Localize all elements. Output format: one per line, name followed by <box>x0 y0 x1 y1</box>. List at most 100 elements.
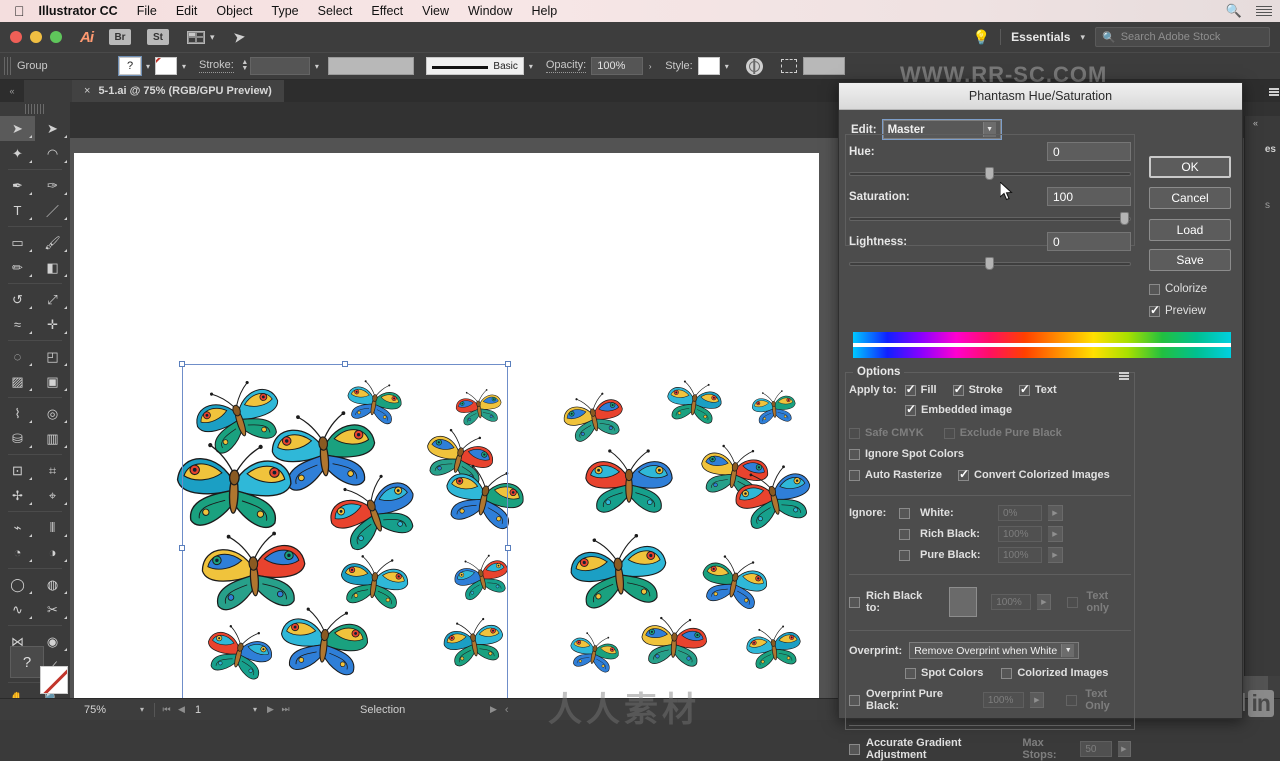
rich-black-swatch[interactable] <box>948 587 978 617</box>
stock-search-input[interactable]: 🔍 Search Adobe Stock <box>1095 27 1270 47</box>
opacity-input[interactable]: 100% <box>591 57 644 75</box>
dialog-title-bar[interactable]: Phantasm Hue/Saturation <box>839 83 1242 110</box>
menu-file[interactable]: File <box>137 4 157 18</box>
next-page-icon[interactable]: ▶ <box>263 702 278 718</box>
help-button[interactable]: ? <box>10 646 44 678</box>
status-resize-grip[interactable]: ‹ <box>505 704 509 716</box>
stroke-chevron-down-icon[interactable]: ▾ <box>177 57 191 75</box>
right-dock-panel[interactable] <box>1244 116 1280 676</box>
shape-builder-2-tool[interactable]: ◯ <box>0 572 35 597</box>
apply-to-text-checkbox[interactable] <box>1018 382 1030 396</box>
control-bar-gripper[interactable] <box>4 57 11 75</box>
convert-colorized-images-row[interactable]: Convert Colorized Images <box>958 467 1110 481</box>
lightness-input[interactable]: 0 <box>1047 232 1131 251</box>
window-zoom-button[interactable] <box>50 31 62 43</box>
colorize-checkbox[interactable] <box>1149 283 1160 295</box>
workspace-switcher[interactable]: Essentials <box>1011 30 1070 44</box>
width-tool[interactable]: ≈ <box>0 312 35 337</box>
selection-handle[interactable] <box>505 544 511 551</box>
overprint-select[interactable]: Remove Overprint when White ▼ <box>909 642 1080 659</box>
save-button[interactable]: Save <box>1149 249 1231 271</box>
paintbrush-tool[interactable]: 🖌 <box>35 230 70 255</box>
overprint-spot-colors-checkbox[interactable] <box>905 667 916 679</box>
panel-collapse-icon[interactable]: « <box>1253 118 1258 128</box>
menu-type[interactable]: Type <box>272 4 299 18</box>
rectangle-tool[interactable]: ▭ <box>0 230 35 255</box>
blend-2-tool[interactable]: ◍ <box>35 572 70 597</box>
scissors-tool[interactable]: ✂ <box>35 597 70 622</box>
status-options-icon[interactable]: ▶ <box>490 704 497 715</box>
embedded-image-row[interactable]: Embedded image <box>905 402 1131 416</box>
eyedropper-tool[interactable]: ⌇ <box>0 401 35 426</box>
stroke-weight-stepper[interactable]: ▲ ▼ <box>240 57 250 75</box>
document-tab[interactable]: × 5-1.ai @ 75% (RGB/GPU Preview) <box>72 80 284 102</box>
phantasm-hue-saturation-dialog[interactable]: Phantasm Hue/Saturation Edit: Master ▼ H… <box>838 82 1243 761</box>
ruler-tool[interactable]: ⫴ <box>35 515 70 540</box>
selection-handle[interactable] <box>179 544 185 551</box>
overprint-colorized-images-checkbox[interactable] <box>1001 667 1013 679</box>
rich-black-to-checkbox[interactable] <box>849 596 860 608</box>
slice-tool[interactable]: ⌗ <box>35 458 70 483</box>
saturation-slider-knob[interactable] <box>1120 212 1130 225</box>
hue-slider[interactable] <box>849 167 1131 181</box>
artboard-tool[interactable]: ⊡ <box>0 458 35 483</box>
apply-to-text-row[interactable]: Text <box>1018 382 1057 396</box>
auto-rasterize-checkbox[interactable] <box>849 469 860 481</box>
menu-effect[interactable]: Effect <box>371 4 403 18</box>
stock-bulb-icon[interactable]: 💡 <box>973 29 990 46</box>
colorize-checkbox-row[interactable]: Colorize <box>1149 283 1231 295</box>
live-paint-selection-tool[interactable]: ◑ <box>35 540 70 565</box>
menu-help[interactable]: Help <box>531 4 557 18</box>
hue-input[interactable]: 0 <box>1047 142 1131 161</box>
selection-tool[interactable]: ➤ <box>0 116 35 141</box>
spotlight-search-icon[interactable]: 🔍 <box>1226 3 1242 19</box>
scale-tool[interactable]: ⤢ <box>35 287 70 312</box>
page-number-input[interactable]: 1 <box>189 702 247 718</box>
lightness-slider-knob[interactable] <box>985 257 994 270</box>
tools-panel-gripper[interactable] <box>25 104 45 114</box>
shape-builder-tool[interactable]: ◌ <box>0 344 35 369</box>
stroke-weight-chevron-down-icon[interactable]: ▾ <box>310 57 324 75</box>
window-close-button[interactable] <box>10 31 22 43</box>
apply-to-stroke-row[interactable]: Stroke <box>952 382 1003 396</box>
bridge-button[interactable]: Br <box>109 29 131 45</box>
measure-tool[interactable]: ⌁ <box>0 515 35 540</box>
opacity-label[interactable]: Opacity: <box>545 59 587 73</box>
ignore-rich-black-checkbox[interactable] <box>899 528 910 540</box>
align-panel-stub[interactable] <box>802 57 845 75</box>
apply-to-stroke-checkbox[interactable] <box>952 382 964 396</box>
opacity-options-icon[interactable]: › <box>643 57 657 75</box>
ignore-pure-black-checkbox[interactable] <box>899 549 910 561</box>
preview-checkbox[interactable] <box>1149 303 1160 317</box>
cancel-button[interactable]: Cancel <box>1149 187 1231 209</box>
preview-checkbox-row[interactable]: Preview <box>1149 303 1231 317</box>
style-swatch[interactable] <box>697 57 720 75</box>
zoom-chevron-down-icon[interactable]: ▾ <box>134 702 150 718</box>
collapse-panel-icon[interactable]: « <box>0 80 24 102</box>
stroke-swatch[interactable] <box>155 57 177 75</box>
menu-view[interactable]: View <box>422 4 449 18</box>
ignore-spot-colors-checkbox[interactable] <box>849 448 860 460</box>
free-transform-2-tool[interactable]: ✢ <box>0 483 35 508</box>
lightness-slider[interactable] <box>849 257 1131 271</box>
fill-stroke-indicator[interactable] <box>40 666 68 694</box>
selection-handle[interactable] <box>505 361 511 367</box>
overprint-spot-colors-row[interactable]: Spot Colors <box>905 667 983 679</box>
panel-menu-icon[interactable] <box>1119 372 1129 380</box>
close-icon[interactable]: × <box>84 85 90 97</box>
selection-handle[interactable] <box>179 361 185 367</box>
overprint-pure-black-checkbox[interactable] <box>849 694 860 706</box>
transform-selection-icon[interactable] <box>780 59 797 73</box>
chevron-down-icon[interactable]: ▾ <box>1080 32 1085 43</box>
apple-icon[interactable]:  <box>14 4 25 18</box>
menu-select[interactable]: Select <box>318 4 353 18</box>
fill-swatch[interactable]: ? <box>118 56 142 76</box>
style-chevron-down-icon[interactable]: ▾ <box>720 57 734 75</box>
apply-to-fill-row[interactable]: Fill <box>904 382 937 396</box>
stroke-weight-label[interactable]: Stroke: <box>199 59 234 73</box>
notification-center-icon[interactable] <box>1256 6 1272 16</box>
lasso-tool[interactable]: ◠ <box>35 141 70 166</box>
symbol-sprayer-tool[interactable]: ⛁ <box>0 426 35 451</box>
accurate-gradient-checkbox[interactable] <box>849 743 860 755</box>
column-graph-tool[interactable]: ▥ <box>35 426 70 451</box>
